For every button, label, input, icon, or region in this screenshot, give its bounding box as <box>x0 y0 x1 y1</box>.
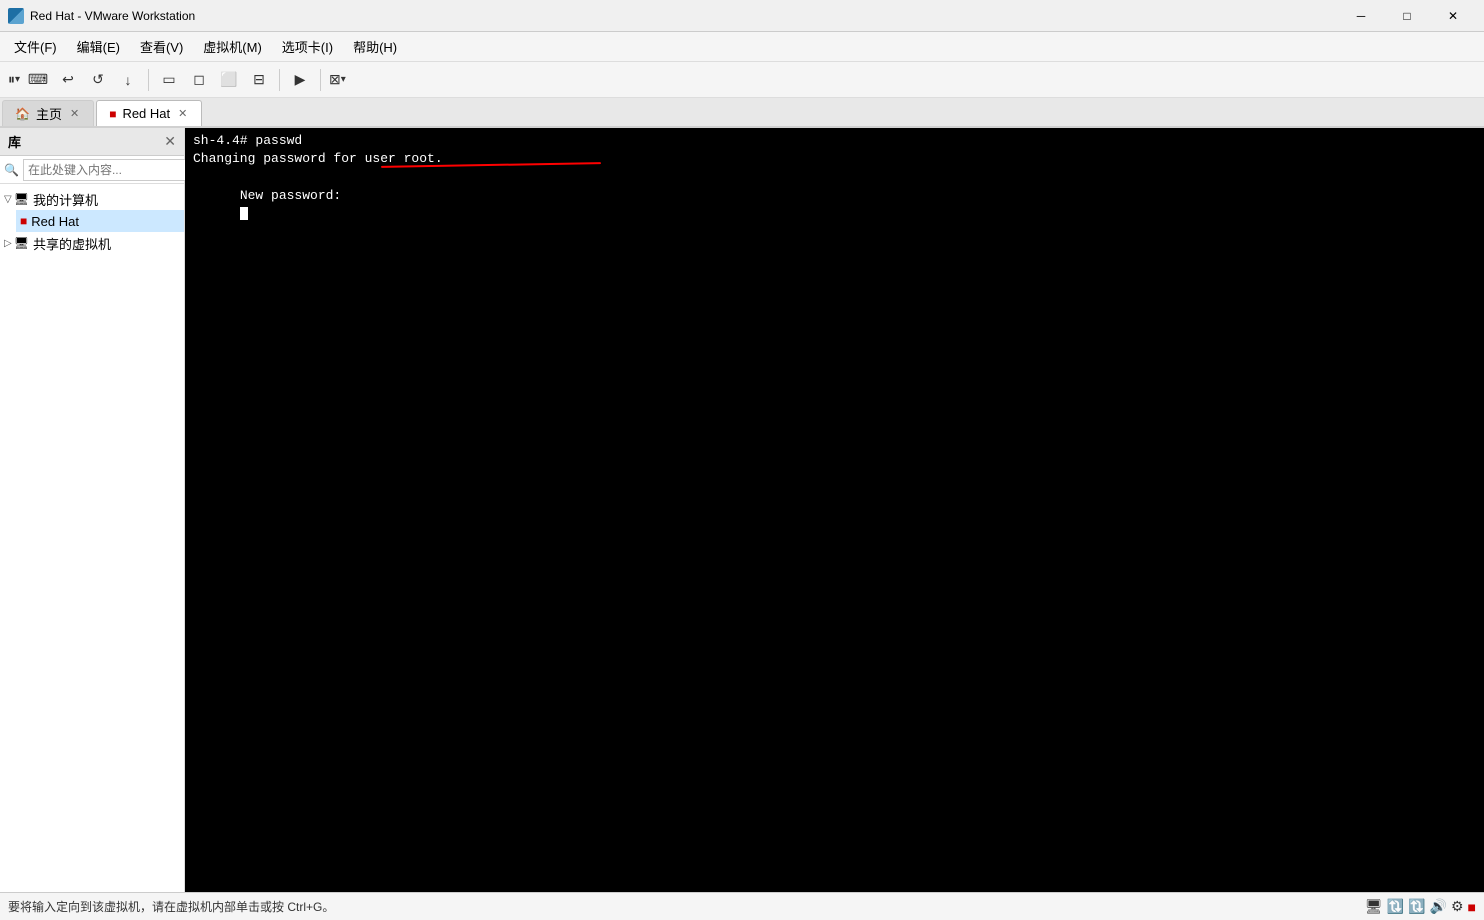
tab-home-label: 主页 <box>36 104 62 123</box>
sidebar-header: 库 ✕ <box>0 128 184 156</box>
home-icon: 🏠 <box>15 107 30 121</box>
poweroff-button[interactable]: ↓ <box>114 66 142 94</box>
redhat-tab-icon: ■ <box>109 107 116 121</box>
tree-item-my-computer-label: 我的计算机 <box>33 190 98 209</box>
send-ctrl-alt-del-button[interactable]: ⌨ <box>24 66 52 94</box>
tab-redhat-close-icon[interactable]: ✕ <box>176 107 189 120</box>
menu-bar: 文件(F) 编辑(E) 查看(V) 虚拟机(M) 选项卡(I) 帮助(H) <box>0 32 1484 62</box>
sidebar-search: 🔍 ▼ <box>0 156 184 184</box>
separator-1 <box>148 69 149 91</box>
revert-icon: ↩ <box>62 71 74 88</box>
unity-button[interactable]: ◻ <box>185 66 213 94</box>
tab-bar: 🏠 主页 ✕ ■ Red Hat ✕ <box>0 98 1484 128</box>
toolbar: ⏸ ▾ ⌨ ↩ ↺ ↓ ▭ ◻ ⬜ ⊟ ▶ ⊠ ▾ <box>0 62 1484 98</box>
status-bar-right: 🖥 🔃 🔃 🔊 ⚙ ■ <box>1365 898 1476 915</box>
view-dropdown-arrow-icon: ▾ <box>341 74 346 85</box>
status-icon-monitor[interactable]: 🖥 <box>1365 898 1383 915</box>
poweroff-icon: ↓ <box>125 72 132 88</box>
window-controls: ─ □ ✕ <box>1338 0 1476 32</box>
separator-2 <box>279 69 280 91</box>
suspend-icon: ↺ <box>92 71 104 88</box>
tree-item-shared-vms[interactable]: ▷ 🖥 共享的虚拟机 <box>0 232 184 254</box>
suspend-button[interactable]: ↺ <box>84 66 112 94</box>
view-toggle-button[interactable]: ⊠ ▾ <box>327 66 348 94</box>
menu-help[interactable]: 帮助(H) <box>343 33 407 60</box>
pause-button[interactable]: ⏸ ▾ <box>6 66 22 94</box>
main-area: 库 ✕ 🔍 ▼ ▽ 🖥 我的计算机 ■ Red Hat ▷ 🖥 <box>0 128 1484 892</box>
autofit-icon: ⊟ <box>253 71 265 88</box>
app-icon <box>8 8 24 24</box>
status-bar: 要将输入定向到该虚拟机，请在虚拟机内部单击或按 Ctrl+G。 🖥 🔃 🔃 🔊 … <box>0 892 1484 920</box>
terminal-cursor <box>240 207 248 220</box>
status-icon-redhat[interactable]: ■ <box>1468 899 1476 915</box>
tree-item-my-computer[interactable]: ▽ 🖥 我的计算机 <box>0 188 184 210</box>
title-bar: Red Hat - VMware Workstation ─ □ ✕ <box>0 0 1484 32</box>
close-button[interactable]: ✕ <box>1430 0 1476 32</box>
keyboard-icon: ⌨ <box>28 71 48 88</box>
tree-item-redhat[interactable]: ■ Red Hat <box>16 210 184 232</box>
console-button[interactable]: ▶ <box>286 66 314 94</box>
status-message: 要将输入定向到该虚拟机，请在虚拟机内部单击或按 Ctrl+G。 <box>8 898 334 915</box>
window-title: Red Hat - VMware Workstation <box>30 9 195 23</box>
sidebar-title: 库 <box>8 132 21 151</box>
menu-tab[interactable]: 选项卡(I) <box>272 33 343 60</box>
view-toggle-icon: ⊠ <box>329 71 341 88</box>
title-bar-left: Red Hat - VMware Workstation <box>8 8 195 24</box>
fullscreen-icon: ▭ <box>162 71 175 88</box>
menu-file[interactable]: 文件(F) <box>4 33 67 60</box>
pause-icon: ⏸ <box>8 71 15 88</box>
unity-icon: ◻ <box>193 71 205 88</box>
shared-computer-icon: 🖥 <box>14 236 29 250</box>
minimize-button[interactable]: ─ <box>1338 0 1384 32</box>
separator-3 <box>320 69 321 91</box>
sidebar-close-icon[interactable]: ✕ <box>164 133 176 150</box>
expand-icon: ▽ <box>4 194 12 205</box>
fullscreen-button[interactable]: ▭ <box>155 66 183 94</box>
status-icon-sound[interactable]: 🔊 <box>1430 898 1447 915</box>
tab-redhat-label: Red Hat <box>122 106 170 121</box>
dropdown-arrow-icon: ▾ <box>15 74 20 85</box>
menu-vm[interactable]: 虚拟机(M) <box>193 33 272 60</box>
terminal-line-2: New password: <box>193 168 1476 241</box>
search-icon: 🔍 <box>4 163 19 177</box>
computer-icon: 🖥 <box>14 192 29 206</box>
sidebar: 库 ✕ 🔍 ▼ ▽ 🖥 我的计算机 ■ Red Hat ▷ 🖥 <box>0 128 185 892</box>
maximize-button[interactable]: □ <box>1384 0 1430 32</box>
redhat-icon: ■ <box>20 214 27 228</box>
shared-expand-icon: ▷ <box>4 238 12 249</box>
search-input[interactable] <box>23 159 188 181</box>
terminal-new-password-label: New password: <box>240 188 341 203</box>
fit-guest-icon: ⬜ <box>220 71 237 88</box>
menu-view[interactable]: 查看(V) <box>130 33 193 60</box>
terminal-line-0: sh-4.4# passwd <box>193 132 1476 150</box>
terminal-area[interactable]: sh-4.4# passwd Changing password for use… <box>185 128 1484 892</box>
tab-home-close-icon[interactable]: ✕ <box>68 107 81 120</box>
tab-home[interactable]: 🏠 主页 ✕ <box>2 100 94 126</box>
sidebar-tree: ▽ 🖥 我的计算机 ■ Red Hat ▷ 🖥 共享的虚拟机 <box>0 184 184 892</box>
console-icon: ▶ <box>295 71 306 88</box>
status-icon-usb[interactable]: 🔃 <box>1408 898 1425 915</box>
status-icon-settings[interactable]: ⚙ <box>1451 898 1464 915</box>
menu-edit[interactable]: 编辑(E) <box>67 33 130 60</box>
tree-item-shared-vms-label: 共享的虚拟机 <box>33 234 111 253</box>
fit-guest-button[interactable]: ⬜ <box>215 66 243 94</box>
tab-redhat[interactable]: ■ Red Hat ✕ <box>96 100 202 126</box>
status-icon-network[interactable]: 🔃 <box>1387 898 1404 915</box>
autofit-button[interactable]: ⊟ <box>245 66 273 94</box>
revert-button[interactable]: ↩ <box>54 66 82 94</box>
tree-item-redhat-label: Red Hat <box>31 214 79 229</box>
